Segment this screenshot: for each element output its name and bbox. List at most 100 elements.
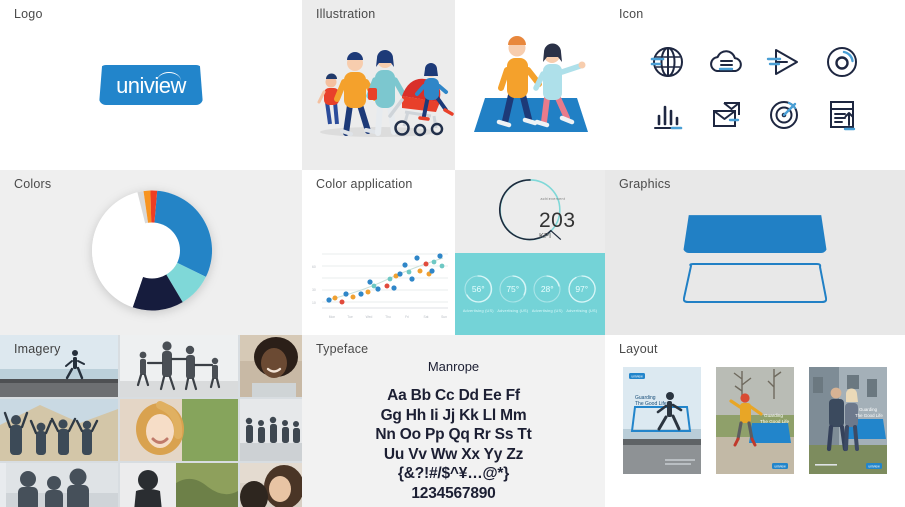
section-label-colors: Colors — [14, 177, 52, 191]
photo-group-celebrating-svg — [0, 399, 118, 461]
graphics-shapes — [683, 215, 827, 304]
photo-couple-portrait-svg — [240, 463, 302, 507]
color-application-left: 60 30 10 Mon Tue Wed Thu Fri Sat Sun — [302, 170, 455, 335]
photo-group-celebrating — [0, 399, 118, 461]
metric-tile: 75° Advertising (US) — [497, 274, 528, 313]
metric-tile-caption: Advertising (US) — [462, 309, 494, 314]
scatter-chart-svg: 60 30 10 Mon Tue Wed Thu Fri Sat Sun — [312, 253, 448, 319]
section-label-layout: Layout — [619, 342, 658, 356]
section-graphics: Graphics — [605, 170, 905, 335]
globe-icon — [650, 47, 683, 78]
illustration-couple-platform-svg — [474, 36, 588, 132]
svg-text:The Good Life: The Good Life — [635, 401, 667, 407]
poster-couple-house-svg: Guarding The Good Life uniview — [809, 367, 887, 474]
svg-text:uniview: uniview — [868, 465, 880, 469]
metric-tile-caption: Advertising (US) — [531, 309, 563, 314]
section-color-application: Color application 60 30 10 Mon Tue Wed T… — [302, 170, 605, 335]
metric-tile-ring: 28° — [532, 274, 562, 304]
svg-text:Guarding: Guarding — [764, 413, 783, 418]
svg-text:The Good Life: The Good Life — [760, 419, 790, 424]
radar-target-icon — [770, 101, 798, 130]
kpi-gauge-panel: achievement 203 KPI — [455, 170, 605, 253]
metric-tile-value: 56° — [471, 284, 485, 295]
graphic-trapezoid-outline — [683, 263, 827, 304]
section-typeface: Typeface Manrope Aa Bb Cc Dd Ee Ff Gg Hh… — [302, 335, 605, 507]
svg-text:Thu: Thu — [385, 315, 391, 319]
section-label-icon: Icon — [619, 7, 644, 21]
section-icon: Icon — [605, 0, 905, 170]
typeface-specimen: Manrope Aa Bb Cc Dd Ee Ff Gg Hh Ii Jj Kk… — [302, 359, 605, 503]
brand-style-guide-board: Logo uniview Illustration Icon Colors Co… — [0, 0, 905, 507]
imagery-photo-grid — [0, 335, 302, 507]
metric-tile-value: 75° — [506, 284, 520, 295]
illustration-couple-platform — [455, 0, 605, 170]
typeface-row: Uu Vv Ww Xx Yy Zz — [383, 445, 524, 463]
metric-tiles-row: 56° Advertising (US) 75° Advertising (US… — [455, 253, 605, 336]
svg-text:Sun: Sun — [441, 315, 447, 319]
section-label-imagery: Imagery — [14, 342, 61, 356]
metric-tile-caption: Advertising (US) — [566, 309, 598, 314]
section-label-color-application: Color application — [316, 177, 413, 191]
poster-row: uniview Guarding The Good Life Guarding … — [605, 367, 905, 474]
svg-text:60: 60 — [312, 265, 316, 269]
typeface-row: Gg Hh Ii Jj Kk Ll Mm — [380, 406, 527, 424]
poster-runner[interactable]: uniview Guarding The Good Life — [623, 367, 701, 474]
typeface-row: Aa Bb Cc Dd Ee Ff — [387, 387, 520, 404]
color-application-right: achievement 203 KPI 56° Advertising (US)… — [455, 170, 605, 335]
svg-text:Sat: Sat — [424, 315, 429, 319]
svg-text:Fri: Fri — [405, 315, 409, 319]
section-label-typeface: Typeface — [316, 342, 369, 356]
poster-runner-svg: uniview Guarding The Good Life — [623, 367, 701, 474]
bar-chart-icon — [654, 106, 683, 130]
svg-text:10: 10 — [312, 301, 316, 305]
disc-icon — [827, 47, 857, 78]
photo-woman-laughing-svg — [120, 399, 238, 461]
kpi-unit-label: KPI — [539, 231, 552, 241]
illustration-family-stroller — [302, 0, 455, 170]
scatter-chart: 60 30 10 Mon Tue Wed Thu Fri Sat Sun — [308, 244, 452, 322]
section-illustration: Illustration — [302, 0, 605, 170]
section-logo: Logo uniview — [0, 0, 302, 170]
section-label-logo: Logo — [14, 7, 43, 21]
photo-family-walking-svg — [120, 335, 238, 397]
kpi-value: 203 — [539, 208, 576, 232]
photo-family-walking — [120, 335, 238, 397]
photo-smiling-woman — [240, 335, 302, 397]
typeface-row: Nn Oo Pp Qq Rr Ss Tt — [375, 426, 532, 444]
photo-family-portrait — [0, 463, 118, 507]
photo-family-portrait-svg — [0, 463, 118, 507]
typeface-row: {&?!#/$^¥…@*} — [397, 465, 510, 483]
typeface-row: 1234567890 — [411, 484, 496, 502]
metric-tile-ring: 75° — [498, 274, 528, 304]
colors-donut-svg — [92, 189, 213, 311]
photo-smiling-woman-svg — [240, 335, 302, 397]
poster-couple-house[interactable]: Guarding The Good Life uniview — [809, 367, 887, 474]
svg-text:Guarding: Guarding — [859, 407, 878, 412]
svg-text:Tue: Tue — [347, 315, 353, 319]
graphic-trapezoid-filled — [683, 215, 827, 254]
metric-tile-caption: Advertising (US) — [497, 309, 529, 314]
photo-people-seated-svg — [240, 399, 302, 461]
svg-text:uniview: uniview — [631, 375, 643, 379]
svg-text:Wed: Wed — [366, 315, 373, 319]
svg-text:The Good Life: The Good Life — [855, 413, 883, 418]
section-label-graphics: Graphics — [619, 177, 671, 191]
metric-tile-value: 28° — [540, 284, 554, 295]
svg-text:30: 30 — [312, 288, 316, 292]
kpi-caption: achievement — [540, 197, 566, 202]
poster-jumping-person[interactable]: Guarding The Good Life uniview — [716, 367, 794, 474]
section-layout: Layout uniview Guarding The Good Life Gu… — [605, 335, 905, 507]
mail-icon — [713, 102, 740, 128]
illustration-family-stroller-svg — [317, 50, 454, 137]
svg-text:uniview: uniview — [774, 465, 786, 469]
metric-tile: 97° Advertising (US) — [566, 274, 597, 313]
kpi-gauge-svg — [499, 179, 562, 241]
send-icon — [766, 49, 798, 76]
metric-tile-ring: 97° — [567, 274, 597, 304]
document-upload-icon — [830, 101, 856, 131]
cloud-data-icon — [710, 50, 742, 73]
metric-tile: 56° Advertising (US) — [463, 274, 494, 313]
metric-tiles-panel: 56° Advertising (US) 75° Advertising (US… — [455, 252, 605, 336]
icon-grid — [639, 36, 871, 140]
section-imagery: Imagery — [0, 335, 302, 507]
